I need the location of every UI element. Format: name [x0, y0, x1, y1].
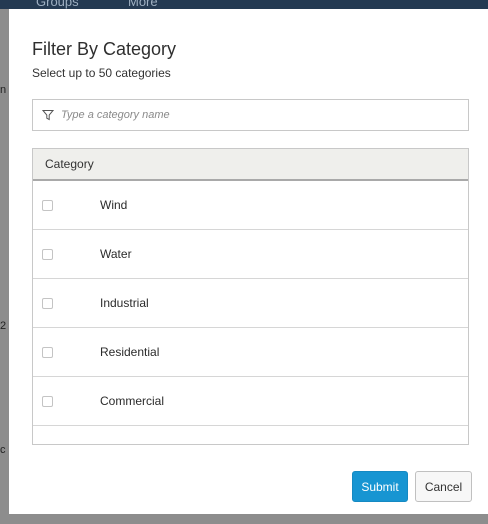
- row-label: Residential: [100, 345, 160, 359]
- background-fragment: n: [0, 84, 7, 96]
- category-table: Category Wind Water Industrial Residenti…: [32, 148, 469, 445]
- row-checkbox[interactable]: [42, 248, 53, 260]
- row-label: Commercial: [100, 394, 165, 408]
- category-search-input[interactable]: [59, 108, 443, 122]
- background-fragment: 2: [0, 320, 7, 332]
- row-checkbox[interactable]: [42, 395, 53, 407]
- filter-icon: [42, 109, 54, 121]
- background-nav-groups: Groups: [36, 0, 79, 9]
- submit-button[interactable]: Submit: [352, 471, 408, 502]
- table-row[interactable]: Industrial: [33, 279, 468, 328]
- background-nav-more: More: [128, 0, 158, 9]
- modal-subtitle: Select up to 50 categories: [32, 66, 171, 80]
- table-row-partial: [33, 426, 468, 439]
- table-row[interactable]: Commercial: [33, 377, 468, 426]
- table-row[interactable]: Water: [33, 230, 468, 279]
- table-header: Category: [33, 149, 468, 181]
- row-label: Wind: [100, 198, 128, 212]
- filter-modal: Filter By Category Select up to 50 categ…: [9, 9, 488, 514]
- table-row[interactable]: Wind: [33, 181, 468, 230]
- cancel-button[interactable]: Cancel: [415, 471, 472, 502]
- table-row[interactable]: Residential: [33, 328, 468, 377]
- background-overlay-bottom: [9, 514, 488, 524]
- row-checkbox[interactable]: [42, 297, 53, 309]
- row-checkbox[interactable]: [42, 346, 53, 358]
- background-fragment: c: [0, 444, 6, 456]
- category-search-box[interactable]: [32, 99, 469, 131]
- row-checkbox[interactable]: [42, 199, 53, 211]
- modal-title: Filter By Category: [32, 39, 177, 59]
- row-label: Industrial: [100, 296, 149, 310]
- background-topbar: Groups More: [0, 0, 488, 9]
- column-header-category: Category: [45, 157, 94, 171]
- row-label: Water: [100, 247, 132, 261]
